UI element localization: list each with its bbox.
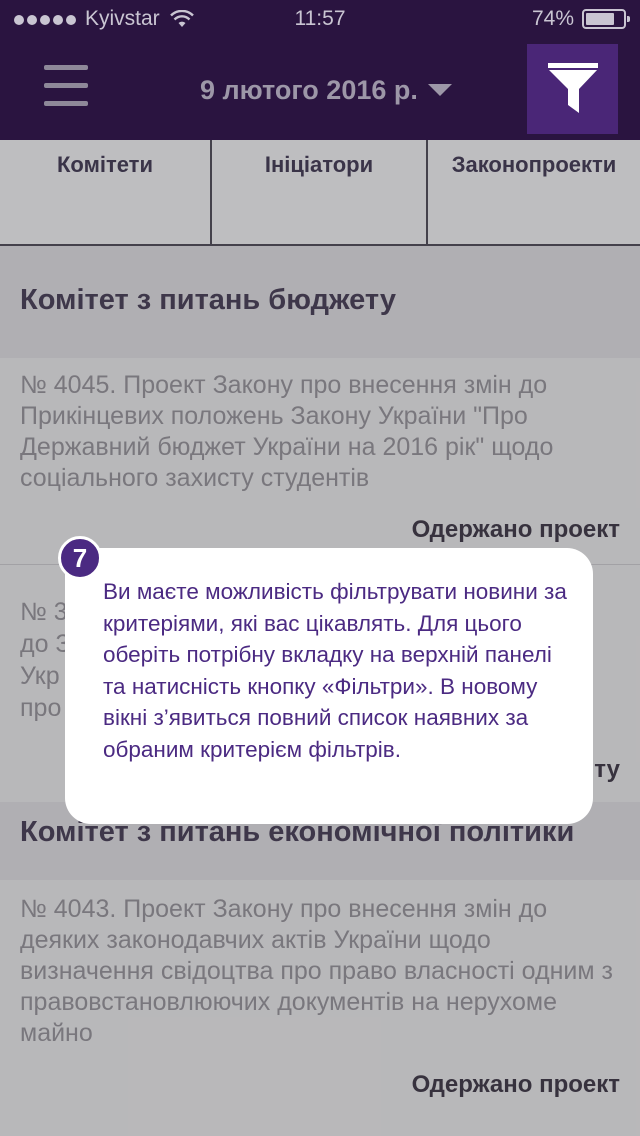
status-bar: Kyivstar 11:57 74% — [0, 0, 640, 40]
battery-status: 74% — [531, 7, 630, 31]
tooltip-text: Ви маєте можливість фільтрувати новини з… — [103, 579, 567, 762]
date-selector[interactable]: 9 лютого 2016 р. — [200, 70, 452, 110]
filter-button[interactable] — [527, 44, 618, 134]
battery-icon — [582, 9, 630, 29]
dim-overlay — [0, 140, 640, 246]
menu-icon[interactable] — [44, 65, 88, 107]
step-badge: 7 — [58, 536, 102, 580]
date-label: 9 лютого 2016 р. — [200, 74, 418, 105]
filter-icon — [548, 63, 598, 113]
top-navbar: 9 лютого 2016 р. — [0, 40, 640, 140]
chevron-down-icon — [427, 84, 452, 96]
onboarding-tooltip[interactable]: Ви маєте можливість фільтрувати новини з… — [65, 548, 593, 824]
battery-percent: 74% — [531, 7, 574, 30]
